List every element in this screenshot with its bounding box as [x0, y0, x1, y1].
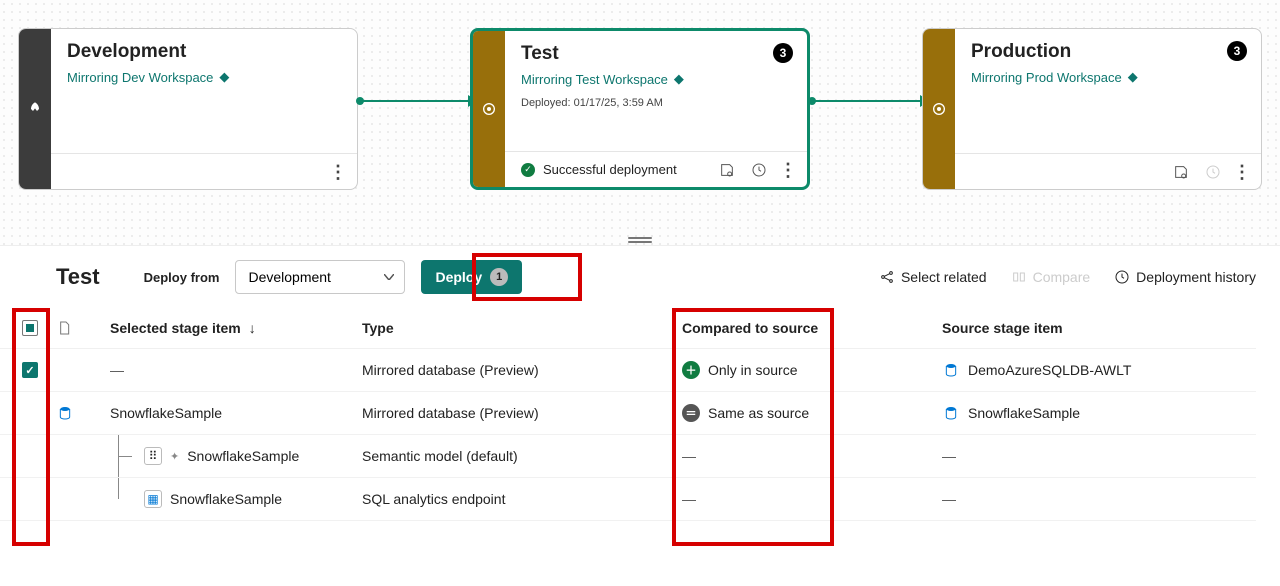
select-related-button[interactable]: Select related — [875, 265, 991, 289]
default-icon: ✦ — [170, 450, 179, 463]
database-icon — [942, 361, 960, 379]
premium-icon: ◆ — [674, 71, 684, 87]
deployment-rules-button[interactable] — [1169, 160, 1193, 184]
stage-icon-test — [473, 31, 505, 187]
row-source-item: SnowflakeSample — [936, 392, 1256, 435]
deploy-from-select[interactable]: Development — [235, 260, 405, 294]
only-in-source-icon: ＋ — [682, 361, 700, 379]
same-as-source-icon: ＝ — [682, 404, 700, 422]
row-type: Mirrored database (Preview) — [356, 392, 676, 435]
row-compared: — — [676, 435, 936, 478]
select-all-checkbox[interactable] — [22, 320, 38, 336]
items-toolbar: Test Deploy from Development Deploy 1 Se… — [0, 245, 1280, 308]
database-icon — [56, 404, 74, 422]
rules-icon — [1173, 164, 1189, 180]
status-text: Successful deployment — [543, 162, 677, 177]
history-icon — [751, 162, 767, 178]
stage-item-count: 3 — [1227, 41, 1247, 61]
stage-item-count: 3 — [773, 43, 793, 63]
target-icon — [931, 101, 947, 117]
row-source-item: — — [936, 478, 1256, 521]
rules-icon — [719, 162, 735, 178]
compare-icon — [1011, 269, 1027, 285]
row-source-item: DemoAzureSQLDB-AWLT — [936, 349, 1256, 392]
stage-deployed-timestamp: Deployed: 01/17/25, 3:59 AM — [505, 97, 807, 119]
stage-icon-production — [923, 29, 955, 189]
row-selected-item: ⠿ ✦ SnowflakeSample — [104, 435, 356, 478]
compare-button: Compare — [1007, 265, 1095, 289]
stage-more-button[interactable]: ⋮ — [779, 161, 797, 179]
stage-more-button[interactable]: ⋮ — [329, 163, 347, 181]
stage-title: Production — [971, 41, 1245, 63]
column-header-source[interactable]: Source stage item — [936, 308, 1256, 349]
deploy-count-badge: 1 — [490, 268, 508, 286]
deployment-rules-button[interactable] — [715, 158, 739, 182]
stage-workspace-link[interactable]: Mirroring Test Workspace ◆ — [521, 71, 791, 87]
column-header-selected[interactable]: Selected stage item ↓ — [104, 308, 356, 349]
target-icon — [481, 101, 497, 117]
row-selected-item: SnowflakeSample — [104, 392, 356, 435]
stage-title: Test — [521, 43, 791, 65]
row-type: Mirrored database (Preview) — [356, 349, 676, 392]
history-icon — [1205, 164, 1221, 180]
sql-endpoint-icon: ▦ — [144, 490, 162, 508]
row-type: Semantic model (default) — [356, 435, 676, 478]
row-compared: ＝ Same as source — [676, 392, 936, 435]
stage-workspace-link[interactable]: Mirroring Prod Workspace ◆ — [971, 69, 1245, 85]
premium-icon: ◆ — [219, 69, 229, 85]
column-icon — [50, 308, 104, 349]
deploy-button[interactable]: Deploy 1 — [421, 260, 522, 294]
status-success-icon: ✓ — [521, 163, 535, 177]
stage-icon-development — [19, 29, 51, 189]
sort-desc-icon: ↓ — [249, 320, 256, 336]
stage-title: Development — [67, 41, 341, 63]
file-icon — [56, 320, 72, 336]
stage-card-production[interactable]: Production Mirroring Prod Workspace ◆ 3 … — [922, 28, 1262, 190]
row-selected-item: — — [104, 349, 356, 392]
deploy-from-label: Deploy from — [144, 270, 220, 285]
deploy-button-label: Deploy — [435, 269, 482, 285]
database-icon — [942, 404, 960, 422]
row-checkbox[interactable] — [22, 362, 38, 378]
column-header-type[interactable]: Type — [356, 308, 676, 349]
share-icon — [879, 269, 895, 285]
items-table: Selected stage item ↓ Type Compared to s… — [0, 308, 1280, 521]
row-source-item: — — [936, 435, 1256, 478]
history-icon — [1114, 269, 1130, 285]
pipeline-canvas: Development Mirroring Dev Workspace ◆ ⋮ … — [0, 0, 1280, 245]
deployment-history-link[interactable]: Deployment history — [1110, 265, 1260, 289]
stage-more-button[interactable]: ⋮ — [1233, 163, 1251, 181]
semantic-model-icon: ⠿ — [144, 447, 162, 465]
stage-card-test[interactable]: Test Mirroring Test Workspace ◆ 3 Deploy… — [470, 28, 810, 190]
row-compared: ＋ Only in source — [676, 349, 936, 392]
deployment-history-button[interactable] — [747, 158, 771, 182]
rocket-icon — [27, 101, 43, 117]
stage-card-development[interactable]: Development Mirroring Dev Workspace ◆ ⋮ — [18, 28, 358, 190]
row-item-icon — [50, 349, 104, 392]
stage-workspace-link[interactable]: Mirroring Dev Workspace ◆ — [67, 69, 341, 85]
active-stage-title: Test — [56, 264, 100, 290]
deployment-history-button — [1201, 160, 1225, 184]
row-item-icon — [50, 392, 104, 435]
row-selected-item: ▦ SnowflakeSample — [104, 478, 356, 521]
row-type: SQL analytics endpoint — [356, 478, 676, 521]
pipeline-connector — [360, 100, 470, 102]
premium-icon: ◆ — [1128, 69, 1138, 85]
row-compared: — — [676, 478, 936, 521]
column-header-compared[interactable]: Compared to source — [676, 308, 936, 349]
pipeline-connector — [812, 100, 922, 102]
resize-handle[interactable] — [628, 237, 652, 243]
